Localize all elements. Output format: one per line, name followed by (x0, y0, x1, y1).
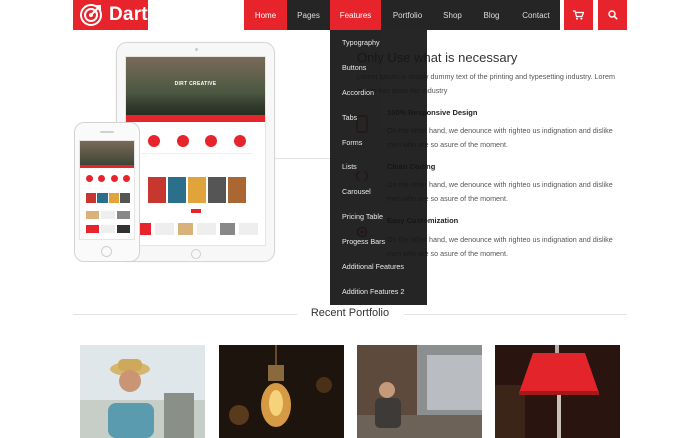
dropdown-item-buttons[interactable]: Buttons (330, 55, 427, 80)
search-button[interactable] (598, 0, 627, 30)
portfolio-image (219, 345, 344, 438)
dropdown-item-tabs[interactable]: Tabs (330, 105, 427, 130)
dropdown-item-carousel[interactable]: Carousel (330, 179, 427, 204)
cart-icon (573, 10, 584, 20)
dropdown-item-typography[interactable]: Typography (330, 30, 427, 55)
cart-button[interactable] (564, 0, 593, 30)
search-icon (607, 10, 618, 20)
main-nav: Home Pages Features Portfolio Shop Blog … (244, 0, 560, 30)
nav-home[interactable]: Home (244, 0, 287, 30)
tablet-icon-row (148, 135, 246, 149)
nav-features[interactable]: Features (330, 0, 381, 30)
nav-pages[interactable]: Pages (287, 0, 330, 30)
phone-screen (79, 140, 135, 240)
logo[interactable]: Dart (73, 0, 148, 30)
portfolio-image (495, 345, 620, 438)
phone-speaker (100, 131, 114, 133)
dropdown-item-addition-features-2[interactable]: Addition Features 2 (330, 279, 427, 304)
portfolio-item-bulb[interactable] (219, 345, 344, 438)
features-dropdown: Typography Buttons Accordion Tabs Forms … (330, 30, 427, 305)
phone-row-2 (86, 225, 130, 233)
phone-icon-row (86, 175, 130, 183)
portfolio-title: Recent Portfolio (310, 307, 390, 319)
tablet-camera (195, 48, 198, 51)
phone-row (86, 211, 130, 219)
dropdown-item-lists[interactable]: Lists (330, 154, 427, 179)
phone-hero-image (80, 141, 134, 165)
dropdown-item-additional-features[interactable]: Additional Features (330, 254, 427, 279)
tablet-divider (191, 209, 201, 213)
phone-home-button (101, 246, 112, 257)
phone-mockup (74, 122, 140, 262)
tablet-footer-row (136, 223, 258, 235)
portfolio-item-street[interactable] (357, 345, 482, 438)
brand-name: Dart (109, 4, 148, 25)
tablet-red-bar (126, 115, 265, 122)
portfolio-item-lamp[interactable] (495, 345, 620, 438)
target-icon (80, 4, 102, 26)
tablet-screen: DIRT CREATIVE (125, 56, 266, 246)
portfolio-item-boy[interactable] (80, 345, 205, 438)
dropdown-item-accordion[interactable]: Accordion (330, 80, 427, 105)
dropdown-item-forms[interactable]: Forms (330, 130, 427, 155)
tablet-text-lines (142, 153, 252, 161)
nav-shop[interactable]: Shop (434, 0, 471, 30)
portfolio-image (357, 345, 482, 438)
dropdown-item-pricing-table[interactable]: Pricing Table (330, 204, 427, 229)
nav-portfolio[interactable]: Portfolio (381, 0, 434, 30)
tablet-hero-title: DIRT CREATIVE (174, 81, 217, 87)
tablet-home-button (191, 249, 201, 259)
phone-red-bar (80, 165, 134, 168)
portfolio-image (80, 345, 205, 438)
dropdown-item-progress-bars[interactable]: Progess Bars (330, 229, 427, 254)
nav-contact[interactable]: Contact (512, 0, 560, 30)
phone-gallery (86, 193, 130, 203)
tablet-gallery (148, 177, 246, 203)
nav-blog[interactable]: Blog (471, 0, 512, 30)
